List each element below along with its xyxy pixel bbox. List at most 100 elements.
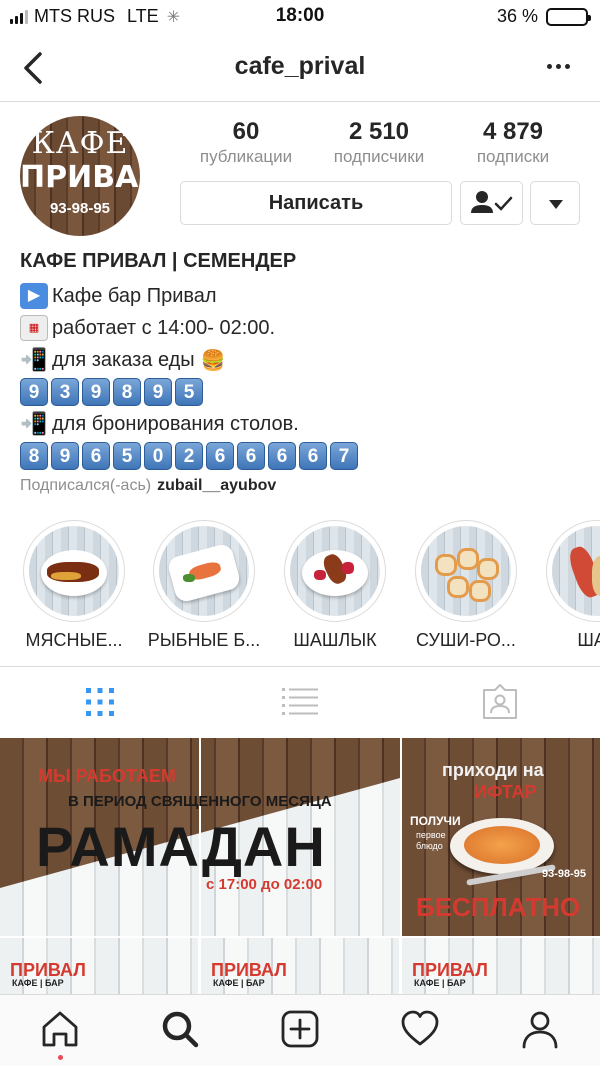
- stat-following-count: 4 879: [482, 118, 544, 145]
- search-icon[interactable]: [160, 1009, 200, 1049]
- booking-phone-number[interactable]: 8 9 6 5 0 2 6 6 6 6 7: [20, 440, 590, 472]
- home-icon[interactable]: [40, 1009, 80, 1049]
- list-icon: [282, 688, 318, 715]
- user-check-icon: [471, 191, 513, 213]
- post-iftar-line3: ПОЛУЧИ: [410, 814, 461, 828]
- new-post-icon[interactable]: [280, 1009, 320, 1049]
- bio-line-4: 📲 для бронирования столов.: [20, 408, 590, 440]
- story-highlights: МЯСНЫЕ... РЫБНЫЕ Б... ШАШЛЫК СУШИ-РО...: [0, 520, 600, 660]
- soup-bowl-image: [450, 818, 554, 874]
- following-button[interactable]: [460, 181, 523, 225]
- more-options-icon[interactable]: [547, 64, 570, 69]
- avatar-text-phone: 93-98-95: [49, 200, 111, 217]
- digit-key: 6: [299, 442, 327, 470]
- post-iftar-free: БЕСПЛАТНО: [416, 892, 581, 922]
- mobile-phone-arrow-icon: 📲: [20, 347, 48, 372]
- mobile-phone-arrow-icon: 📲: [20, 411, 48, 436]
- digit-key: 8: [113, 378, 141, 406]
- highlight-label: МЯСНЫЕ...: [25, 630, 123, 650]
- followed-by[interactable]: Подписался(-ась) zubail__ayubov: [20, 472, 590, 500]
- highlight-sushi[interactable]: СУШИ-РО...: [401, 520, 531, 651]
- post-iftar-line1: приходи на: [442, 760, 544, 780]
- digit-key: 9: [82, 378, 110, 406]
- post-iftar-line2: ИФТАР: [474, 782, 537, 802]
- bio-line-3-text: для заказа еды: [52, 348, 195, 371]
- divider: [0, 666, 600, 667]
- battery-icon: [546, 7, 591, 26]
- stat-posts-label: публикации: [199, 147, 293, 166]
- tab-list[interactable]: [200, 672, 400, 732]
- stat-following-label: подписки: [476, 147, 550, 166]
- bio-line-3: 📲 для заказа еды 🍔: [20, 344, 590, 376]
- bio-line-2: ▦ работает с 14:00- 02:00.: [20, 312, 590, 344]
- post-prival-subtitle: КАФЕ | БАР: [213, 978, 265, 988]
- battery-label: 36 %: [496, 6, 538, 26]
- highlight-label: РЫБНЫЕ Б...: [147, 630, 261, 650]
- post-prival-subtitle: КАФЕ | БАР: [414, 978, 466, 988]
- followed-by-user[interactable]: zubail__ayubov: [157, 477, 276, 495]
- post-text-line2: В ПЕРИОД СВЯЩЕННОГО МЕСЯЦА: [68, 793, 332, 810]
- message-button[interactable]: Написать: [180, 181, 452, 225]
- post-iftar-line4: первое: [416, 830, 446, 840]
- digit-key: 6: [268, 442, 296, 470]
- post-prival-1[interactable]: ПРИВАЛ КАФЕ | БАР: [0, 938, 198, 994]
- profile-header: cafe_prival: [0, 34, 600, 102]
- post-prival-3[interactable]: ПРИВАЛ КАФЕ | БАР: [402, 938, 600, 994]
- bottom-tab-bar: [0, 994, 600, 1066]
- play-button-icon: ▶: [20, 283, 48, 309]
- post-prival-subtitle: КАФЕ | БАР: [12, 978, 64, 988]
- stat-posts-count: 60: [232, 118, 260, 145]
- post-text-hours: с 17:00 до 02:00: [206, 876, 323, 893]
- highlight-meat[interactable]: МЯСНЫЕ...: [9, 520, 139, 651]
- stat-followers-count: 2 510: [348, 118, 410, 145]
- digit-key: 9: [20, 378, 48, 406]
- tab-tagged[interactable]: [400, 672, 600, 732]
- profile-bio: КАФЕ ПРИВАЛ | СЕМЕНДЕР ▶ Кафе бар Привал…: [20, 250, 590, 500]
- highlight-label: ШАУ: [577, 630, 600, 650]
- stat-following[interactable]: 4 879 подписки: [453, 118, 573, 167]
- post-prival-2[interactable]: ПРИВАЛ КАФЕ | БАР: [201, 938, 399, 994]
- bio-line-2-text: работает с 14:00- 02:00.: [52, 316, 276, 339]
- page-title: cafe_prival: [234, 52, 366, 80]
- stat-posts[interactable]: 60 публикации: [186, 118, 306, 167]
- bio-line-1: ▶ Кафе бар Привал: [20, 280, 590, 312]
- highlight-fish[interactable]: РЫБНЫЕ Б...: [139, 520, 269, 651]
- order-phone-number[interactable]: 9 3 9 8 9 5: [20, 376, 590, 408]
- fish-dish-image: [159, 526, 249, 616]
- status-bar: MTS RUS LTE ✳ 18:00 36 %: [0, 0, 600, 34]
- highlight-shawarma[interactable]: ШАУ: [532, 520, 600, 651]
- digit-key: 6: [237, 442, 265, 470]
- digit-key: 2: [175, 442, 203, 470]
- post-iftar[interactable]: приходи на ИФТАР ПОЛУЧИ первое блюдо 93-…: [402, 738, 600, 936]
- meat-dish-image: [29, 526, 119, 616]
- stat-followers-label: подписчики: [333, 147, 425, 166]
- avatar-text-name: ПРИВАЛ: [20, 160, 140, 195]
- burger-icon: 🍔: [200, 349, 226, 372]
- shashlik-image: [290, 526, 380, 616]
- caret-down-icon: [549, 200, 563, 209]
- post-text-line1: МЫ РАБОТАЕМ: [38, 766, 176, 786]
- grid-icon: [86, 688, 114, 716]
- digit-key: 3: [51, 378, 79, 406]
- status-right: 36 %: [496, 6, 591, 27]
- digit-key: 0: [144, 442, 172, 470]
- stat-followers[interactable]: 2 510 подписчики: [319, 118, 439, 167]
- shawarma-image: [552, 526, 600, 616]
- digit-key: 5: [113, 442, 141, 470]
- avatar[interactable]: КАФЕ ПРИВАЛ 93-98-95: [20, 116, 140, 236]
- avatar-text-cafe: КАФЕ: [31, 126, 129, 161]
- digit-key: 9: [144, 378, 172, 406]
- profile-icon[interactable]: [520, 1009, 560, 1049]
- highlight-shashlik[interactable]: ШАШЛЫК: [270, 520, 400, 651]
- heart-icon[interactable]: [400, 1009, 440, 1049]
- followed-by-label: Подписался(-ась): [20, 477, 152, 494]
- suggestions-dropdown-button[interactable]: [530, 181, 580, 225]
- highlight-label: ШАШЛЫК: [293, 630, 377, 650]
- bio-line-1-text: Кафе бар Привал: [52, 284, 217, 307]
- tab-grid[interactable]: [0, 672, 200, 732]
- highlight-label: СУШИ-РО...: [416, 630, 516, 650]
- post-ramadan[interactable]: МЫ РАБОТАЕМ В ПЕРИОД СВЯЩЕННОГО МЕСЯЦА Р…: [0, 738, 400, 936]
- sushi-image: [421, 526, 511, 616]
- post-text-ramadan: РАМАДАН: [36, 815, 326, 878]
- digit-key: 9: [51, 442, 79, 470]
